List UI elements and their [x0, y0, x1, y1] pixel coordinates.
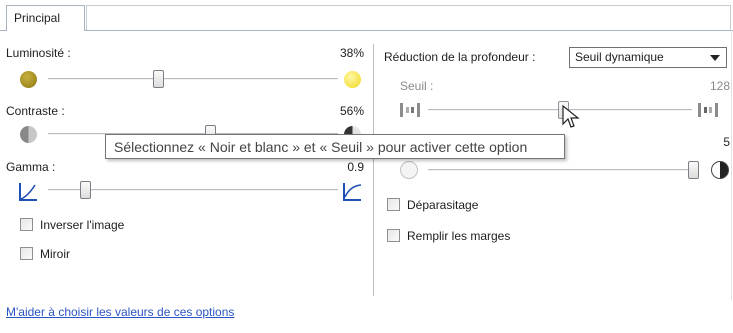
fill-margins-label: Remplir les marges — [407, 229, 511, 243]
brightness-dark-icon — [20, 71, 37, 88]
gamma-high-icon — [343, 183, 362, 201]
help-link[interactable]: M'aider à choisir les valeurs de ces opt… — [6, 305, 234, 319]
brightness-value: 38% — [339, 46, 364, 60]
invert-image-checkbox[interactable] — [20, 218, 33, 231]
gamma-label: Gamma : — [6, 160, 56, 174]
tab-strip — [86, 5, 731, 30]
contrast-circle-icon — [711, 161, 729, 179]
tab-principal-label: Principal — [14, 11, 61, 25]
fill-margins-checkbox[interactable] — [387, 229, 400, 242]
gamma-low-icon — [19, 183, 37, 201]
brightness-slider-thumb[interactable] — [152, 70, 164, 88]
light-circle-icon — [400, 161, 418, 179]
tab-baseline — [0, 30, 733, 31]
gamma-track[interactable] — [48, 189, 338, 191]
threshold-high-icon — [698, 103, 718, 117]
gamma-value: 0.9 — [347, 160, 364, 174]
invert-image-label: Inverser l'image — [40, 218, 125, 232]
column-divider — [373, 44, 374, 296]
depth-reduction-select[interactable]: Seuil dynamique — [569, 47, 727, 68]
second-slider-track[interactable] — [428, 169, 692, 171]
contrast-label: Contraste : — [6, 104, 65, 118]
brightness-track[interactable] — [48, 78, 338, 80]
threshold-value: 128 — [709, 79, 730, 93]
mirror-label: Miroir — [40, 247, 70, 261]
mouse-cursor-icon — [562, 105, 580, 128]
depth-reduction-label: Réduction de la profondeur : — [384, 50, 536, 64]
gamma-slider-thumb[interactable] — [80, 181, 91, 199]
despeckle-checkbox[interactable] — [387, 198, 400, 211]
contrast-value: 56% — [339, 104, 364, 118]
mirror-checkbox[interactable] — [20, 247, 33, 260]
panel-border — [731, 30, 732, 300]
scan-settings-panel: Principal Luminosité : 38% Contraste : 5… — [0, 0, 733, 333]
second-slider-thumb[interactable] — [688, 161, 699, 179]
depth-reduction-selected: Seuil dynamique — [575, 50, 664, 64]
threshold-low-icon — [400, 103, 420, 117]
despeckle-label: Déparasitage — [407, 198, 479, 212]
second-slider-value: 5 — [723, 135, 730, 149]
threshold-label: Seuil : — [400, 79, 434, 93]
brightness-label: Luminosité : — [6, 46, 71, 60]
chevron-down-icon — [710, 55, 720, 61]
tooltip: Sélectionnez « Noir et blanc » et « Seui… — [105, 134, 565, 159]
contrast-low-icon — [20, 126, 37, 143]
tab-principal[interactable]: Principal — [6, 5, 85, 31]
brightness-light-icon — [344, 71, 361, 88]
